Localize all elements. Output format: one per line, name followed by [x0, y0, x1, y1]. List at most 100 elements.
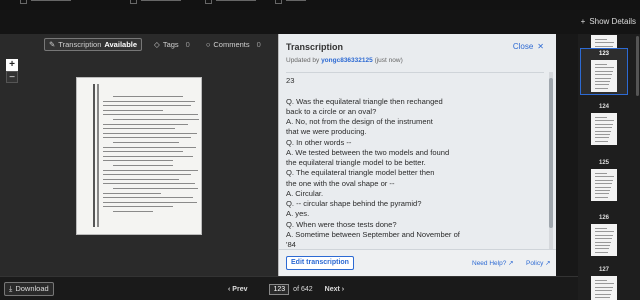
- transcription-line: Q. When were those tests done?: [286, 219, 397, 229]
- thumbnail-text-line: [595, 77, 611, 79]
- comment-icon: ○: [205, 39, 211, 49]
- thumbnail-text-line: [595, 130, 611, 132]
- transcription-toggle[interactable]: ✎ Transcription Available: [44, 37, 143, 51]
- toolbar-item-label: [31, 0, 71, 1]
- comments-button[interactable]: ○ Comments 0: [202, 38, 265, 51]
- download-button[interactable]: ⤓ Download: [4, 282, 54, 296]
- page-text-line: [103, 206, 173, 208]
- thumbnail-text-line: [595, 238, 612, 240]
- thumbnail-scrollbar[interactable]: [636, 36, 639, 96]
- toolbar-item[interactable]: [205, 0, 256, 6]
- external-link-icon: ↗: [545, 260, 551, 267]
- transcription-line: A. Circular.: [286, 188, 324, 198]
- thumbnail-text-line: [595, 134, 610, 135]
- thumbnail-text-line: [595, 137, 609, 139]
- panel-footer: Edit transcription Need Help? ↗ Policy ↗: [279, 249, 556, 276]
- thumbnail-text-line: [595, 196, 608, 198]
- transcription-text[interactable]: 23 Q. Was the equilateral triangle then …: [286, 72, 544, 249]
- need-help-link[interactable]: Need Help? ↗: [472, 259, 514, 267]
- external-link-icon: ↗: [508, 260, 514, 267]
- next-label: Next: [324, 285, 340, 293]
- zoom-in-button[interactable]: +: [6, 59, 18, 71]
- thumbnail-strip[interactable]: 123 124 125 126 127: [578, 34, 640, 300]
- page-text-line: [113, 211, 153, 212]
- zoom-out-button[interactable]: −: [6, 71, 18, 83]
- page-text-line: [103, 123, 188, 125]
- show-details-button[interactable]: + Show Details: [581, 17, 636, 26]
- page-margin-line: [93, 84, 95, 227]
- page-number-input[interactable]: 123: [269, 283, 290, 295]
- thumbnail-text-line: [595, 251, 608, 253]
- prev-button[interactable]: ‹ Prev: [228, 286, 247, 293]
- thumbnail-text-line: [595, 183, 612, 185]
- thumbnail-image: [591, 224, 617, 256]
- page-thumbnail[interactable]: 123: [580, 48, 628, 95]
- page-text-line: [103, 169, 198, 171]
- toolbar-item-label: [216, 0, 256, 1]
- scrollbar-thumb[interactable]: [549, 78, 553, 228]
- transcription-line: A. Sometime between September and Novemb…: [286, 229, 460, 239]
- thumbnail-page-number: 124: [598, 104, 609, 110]
- page-text-line: [103, 183, 195, 185]
- thumbnail-text-line: [595, 186, 611, 188]
- page-text-line: [103, 137, 191, 139]
- thumbnail-image: [591, 276, 617, 300]
- transcription-line: Q. -- circular shape behind the pyramid?: [286, 199, 422, 208]
- toolbar-item[interactable]: [130, 0, 181, 6]
- page-thumbnail[interactable]: 125: [580, 160, 628, 201]
- tags-button[interactable]: ◇ Tags 0: [150, 38, 194, 51]
- thumbnail-image: [591, 60, 617, 92]
- pagination: ‹ Prev 123 of 642 Next ›: [228, 282, 344, 296]
- thumbnail-text-line: [595, 293, 611, 295]
- thumbnail-page-number: 125: [598, 160, 609, 166]
- transcription-panel: Transcription Close ✕ Updated by yongc83…: [278, 34, 556, 276]
- thumbnail-text-line: [595, 42, 614, 44]
- toolbar-item-icon: [275, 0, 282, 4]
- page-text-line: [113, 165, 173, 166]
- top-toolbar: [0, 0, 640, 10]
- page-text-line: [113, 142, 179, 143]
- page-thumbnail[interactable]: 126: [580, 215, 628, 256]
- page-text-line: [103, 151, 183, 153]
- transcription-scrollbar[interactable]: [549, 72, 553, 249]
- close-button[interactable]: Close ✕: [513, 42, 544, 51]
- chevron-right-icon: ›: [341, 285, 345, 293]
- toolbar-item-icon: [130, 0, 137, 4]
- page-text-line: [113, 188, 198, 189]
- thumbnail-text-line: [595, 248, 609, 250]
- page-text-line: [113, 119, 199, 120]
- page-thumbnail[interactable]: 127: [580, 267, 628, 300]
- page-text-line: [103, 105, 191, 107]
- updated-suffix: (just now): [374, 57, 403, 64]
- thumbnail-page-number: 123: [598, 51, 609, 57]
- thumbnail-text-line: [595, 87, 608, 89]
- toolbar-item[interactable]: [20, 0, 71, 6]
- toolbar-item[interactable]: [275, 0, 306, 6]
- page-thumbnail[interactable]: 124: [580, 104, 628, 145]
- thumbnail-text-line: [595, 297, 610, 298]
- thumbnail-text-line: [595, 123, 613, 125]
- need-help-label: Need Help?: [472, 260, 507, 267]
- thumbnail-text-line: [595, 45, 613, 47]
- edit-transcription-button[interactable]: Edit transcription: [286, 256, 354, 270]
- updated-user-link[interactable]: yongc836332125: [321, 57, 373, 64]
- panel-title: Transcription: [286, 42, 344, 52]
- thumbnail-text-line: [595, 64, 607, 65]
- page-text-line: [113, 96, 183, 97]
- transcription-line: '84: [286, 240, 296, 249]
- transcription-line: Q. The equilateral triangle model better…: [286, 168, 435, 178]
- toolbar-item-label: [141, 0, 181, 1]
- panel-divider: [556, 34, 578, 276]
- show-details-label: Show Details: [589, 17, 636, 26]
- thumbnail-text-line: [595, 241, 611, 243]
- page-margin-line: [97, 84, 99, 227]
- thumbnail-text-line: [595, 231, 614, 233]
- thumbnail-text-line: [595, 120, 614, 122]
- thumbnail-text-line: [595, 280, 607, 281]
- bottom-bar: ⤓ Download ‹ Prev 123 of 642 Next ›: [0, 276, 578, 300]
- zoom-controls: + −: [6, 59, 18, 83]
- thumbnail-text-line: [595, 127, 612, 129]
- policy-link[interactable]: Policy ↗: [526, 259, 551, 267]
- thumbnail-text-line: [595, 117, 607, 118]
- next-button[interactable]: Next ›: [325, 286, 344, 293]
